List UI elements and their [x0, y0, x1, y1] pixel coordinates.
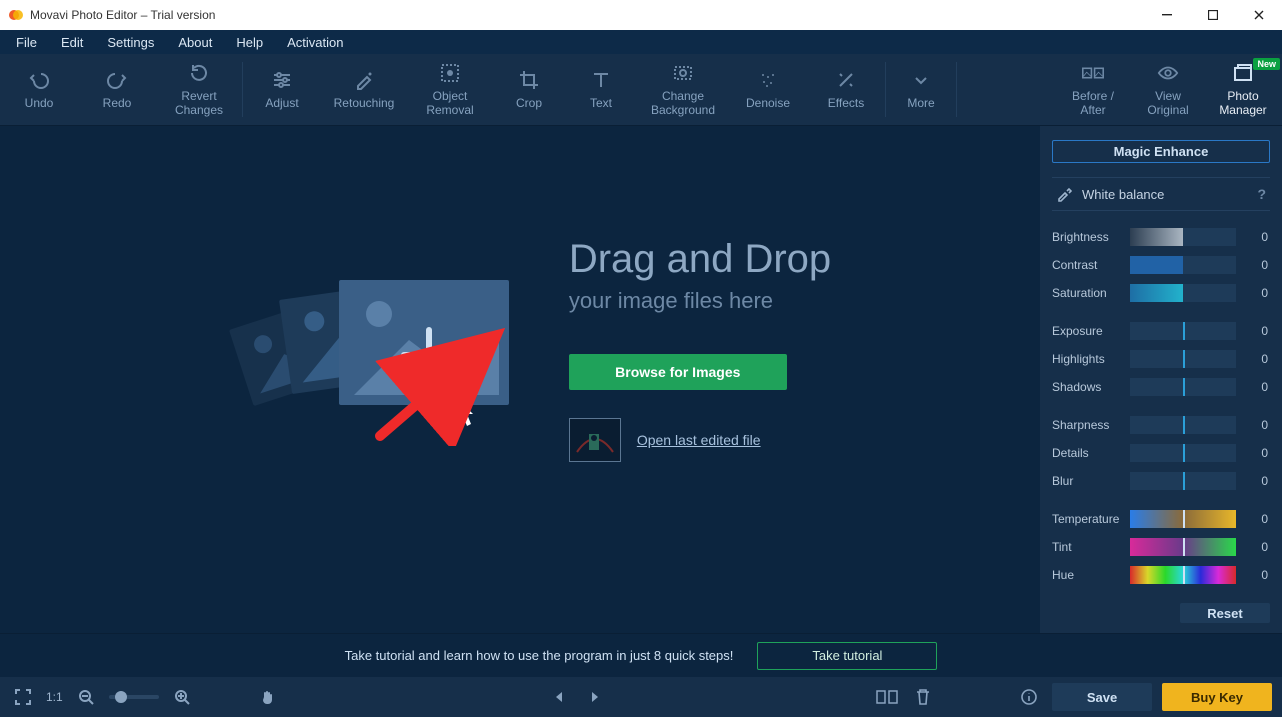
change-background-button[interactable]: Change Background [637, 54, 729, 125]
open-last-edited-link[interactable]: Open last edited file [637, 432, 761, 448]
menu-settings[interactable]: Settings [95, 32, 166, 53]
maximize-button[interactable] [1190, 0, 1236, 30]
slider-saturation[interactable]: Saturation0 [1052, 281, 1270, 305]
menu-edit[interactable]: Edit [49, 32, 95, 53]
menu-help[interactable]: Help [224, 32, 275, 53]
slider-hue[interactable]: Hue0 [1052, 563, 1270, 587]
menu-file[interactable]: File [4, 32, 49, 53]
object-removal-button[interactable]: Object Removal [407, 54, 493, 125]
new-badge: New [1253, 58, 1280, 70]
fullscreen-button[interactable] [10, 684, 36, 710]
compare-button[interactable] [874, 684, 900, 710]
object-removal-icon [439, 62, 461, 84]
slider-temperature[interactable]: Temperature0 [1052, 507, 1270, 531]
retouching-button[interactable]: Retouching [321, 54, 407, 125]
photo-manager-button[interactable]: New Photo Manager [1204, 54, 1282, 125]
slider-highlights[interactable]: Highlights0 [1052, 347, 1270, 371]
browse-for-images-button[interactable]: Browse for Images [569, 354, 787, 390]
drop-heading: Drag and Drop [569, 237, 831, 282]
close-button[interactable] [1236, 0, 1282, 30]
zoom-out-button[interactable] [73, 684, 99, 710]
slider-sharpness[interactable]: Sharpness0 [1052, 413, 1270, 437]
delete-button[interactable] [910, 684, 936, 710]
photo-manager-icon [1232, 62, 1254, 84]
view-original-button[interactable]: View Original [1132, 54, 1204, 125]
effects-button[interactable]: Effects [807, 54, 885, 125]
undo-icon [28, 69, 50, 91]
app-icon [8, 7, 24, 23]
info-button[interactable] [1016, 684, 1042, 710]
slider-shadows[interactable]: Shadows0 [1052, 375, 1270, 399]
menubar: File Edit Settings About Help Activation [0, 30, 1282, 54]
last-edited-thumbnail[interactable] [569, 418, 621, 462]
zoom-ratio[interactable]: 1:1 [46, 690, 63, 704]
redo-icon [106, 69, 128, 91]
chevron-down-icon [910, 69, 932, 91]
adjust-icon [271, 69, 293, 91]
zoom-slider[interactable] [109, 695, 159, 699]
white-balance-label: White balance [1082, 187, 1164, 202]
adjust-button[interactable]: Adjust [243, 54, 321, 125]
text-button[interactable]: Text [565, 54, 637, 125]
slider-group-b: Exposure0 Highlights0 Shadows0 [1052, 319, 1270, 399]
reset-button[interactable]: Reset [1180, 603, 1270, 623]
slider-group-c: Sharpness0 Details0 Blur0 [1052, 413, 1270, 493]
canvas-area[interactable]: Drag and Drop your image files here Brow… [0, 126, 1040, 633]
slider-contrast[interactable]: Contrast0 [1052, 253, 1270, 277]
slider-exposure[interactable]: Exposure0 [1052, 319, 1270, 343]
more-button[interactable]: More [886, 54, 956, 125]
crop-button[interactable]: Crop [493, 54, 565, 125]
revert-changes-button[interactable]: Revert Changes [156, 54, 242, 125]
denoise-icon [757, 69, 779, 91]
slider-group-d: Temperature0 Tint0 Hue0 [1052, 507, 1270, 587]
slider-blur[interactable]: Blur0 [1052, 469, 1270, 493]
take-tutorial-button[interactable]: Take tutorial [757, 642, 937, 670]
slider-group-a: Brightness0 Contrast0 Saturation0 [1052, 225, 1270, 305]
denoise-button[interactable]: Denoise [729, 54, 807, 125]
slider-details[interactable]: Details0 [1052, 441, 1270, 465]
zoom-in-button[interactable] [169, 684, 195, 710]
statusbar: 1:1 Save Buy Key [0, 677, 1282, 717]
slider-tint[interactable]: Tint0 [1052, 535, 1270, 559]
text-icon [590, 69, 612, 91]
tutorial-text: Take tutorial and learn how to use the p… [345, 648, 734, 663]
save-button[interactable]: Save [1052, 683, 1152, 711]
eye-icon [1157, 62, 1179, 84]
buy-key-button[interactable]: Buy Key [1162, 683, 1272, 711]
change-background-icon [672, 62, 694, 84]
crop-icon [518, 69, 540, 91]
drop-subheading: your image files here [569, 288, 831, 314]
retouching-icon [353, 69, 375, 91]
undo-button[interactable]: Undo [0, 54, 78, 125]
window-title: Movavi Photo Editor – Trial version [30, 8, 215, 22]
menu-activation[interactable]: Activation [275, 32, 355, 53]
tutorial-bar: Take tutorial and learn how to use the p… [0, 633, 1282, 677]
before-after-button[interactable]: Before / After [1054, 54, 1132, 125]
eyedropper-icon [1056, 186, 1072, 202]
next-image-button[interactable] [582, 684, 608, 710]
magic-enhance-button[interactable]: Magic Enhance [1052, 140, 1270, 163]
minimize-button[interactable] [1144, 0, 1190, 30]
revert-icon [188, 62, 210, 84]
image-placeholder-icon [209, 250, 509, 450]
toolbar: Undo Redo Revert Changes Adjust Retouchi… [0, 54, 1282, 126]
before-after-icon [1082, 62, 1104, 84]
hand-tool-button[interactable] [255, 684, 281, 710]
adjust-sidebar: Magic Enhance White balance ? Brightness… [1040, 126, 1282, 633]
redo-button[interactable]: Redo [78, 54, 156, 125]
menu-about[interactable]: About [166, 32, 224, 53]
help-icon[interactable]: ? [1257, 186, 1266, 202]
slider-brightness[interactable]: Brightness0 [1052, 225, 1270, 249]
titlebar: Movavi Photo Editor – Trial version [0, 0, 1282, 30]
effects-icon [835, 69, 857, 91]
white-balance-row[interactable]: White balance ? [1052, 177, 1270, 211]
prev-image-button[interactable] [546, 684, 572, 710]
